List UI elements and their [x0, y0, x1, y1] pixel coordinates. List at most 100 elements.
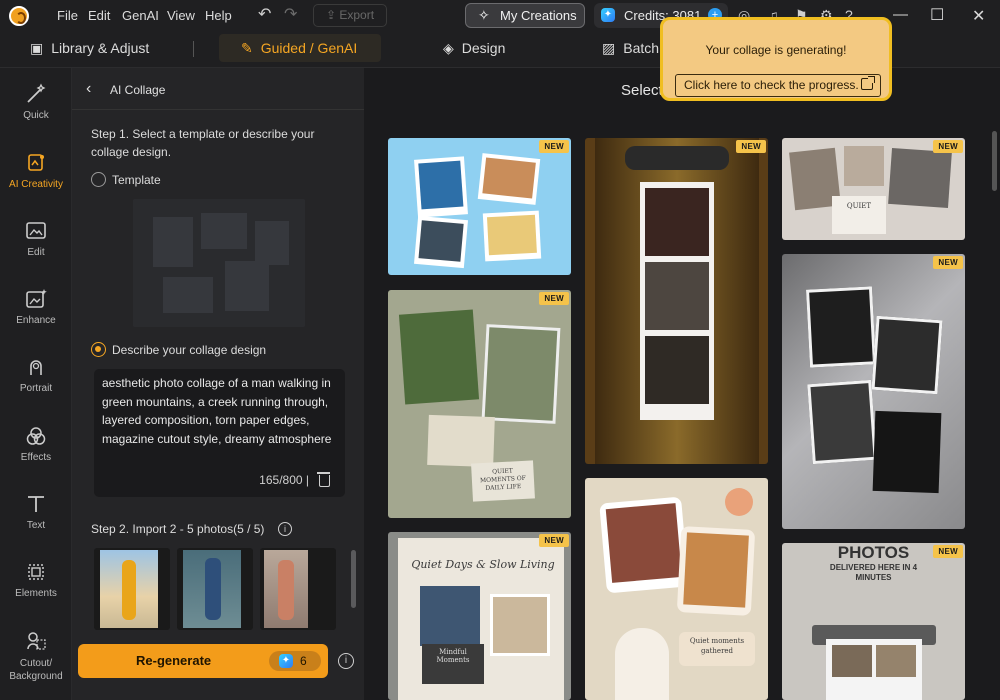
card-caption: QUIET MOMENTS OF DAILY LIFE [479, 467, 527, 492]
new-badge: NEW [539, 292, 569, 305]
guided-icon: ✎ [241, 40, 253, 56]
collage-template-card[interactable]: Quiet moments gathered [585, 478, 768, 700]
ai-collage-panel: ‹ AI Collage Step 1. Select a template o… [72, 68, 364, 700]
template-preview[interactable] [133, 199, 305, 327]
info-icon[interactable]: i [278, 522, 292, 536]
photo-cat [683, 532, 749, 608]
enhance-icon [26, 289, 47, 308]
effects-icon [26, 427, 46, 445]
gallery-scrollbar[interactable] [992, 131, 997, 191]
imported-photo-thumbnail[interactable] [177, 548, 253, 630]
cutout-icon [27, 632, 46, 650]
imported-photo-thumbnail[interactable] [260, 548, 336, 630]
photo-frame [599, 496, 689, 594]
rail-label-elements: Elements [15, 588, 57, 599]
character-count: 165/800 | [259, 473, 309, 487]
rail-item-portrait[interactable]: Portrait [0, 355, 72, 394]
minimize-icon[interactable]: — [893, 6, 908, 23]
info-icon[interactable]: i [338, 653, 354, 669]
app-logo-icon [9, 6, 29, 26]
card-heading: PHOTOS [837, 543, 910, 562]
collage-template-card[interactable]: NEW [585, 138, 768, 464]
describe-option-label[interactable]: Describe your collage design [112, 341, 266, 359]
rail-item-edit[interactable]: Edit [0, 219, 72, 258]
rail-label-ai-creativity: AI Creativity [9, 179, 63, 190]
redo-icon[interactable]: ↷ [284, 7, 297, 23]
photo-hands [420, 586, 480, 646]
rail-item-ai-creativity[interactable]: AI Creativity [0, 151, 72, 190]
describe-radio[interactable] [91, 342, 106, 357]
my-creations-button[interactable]: ✧ My Creations [465, 3, 585, 28]
tab-library-adjust[interactable]: ▣ Library & Adjust [30, 32, 149, 64]
photobooth-roller [625, 146, 729, 170]
photo-portrait [844, 146, 884, 186]
regenerate-button[interactable]: Re-generate ✦ 6 [78, 644, 328, 678]
export-label: Export [339, 8, 375, 22]
collage-template-card[interactable]: QUIET MOMENTS OF DAILY LIFE NEW [388, 290, 571, 518]
menu-help[interactable]: Help [205, 8, 232, 23]
tab-batch[interactable]: ▨ Batch [602, 32, 659, 64]
collage-template-card[interactable]: NEW [782, 254, 965, 529]
rail-item-effects[interactable]: Effects [0, 424, 72, 463]
decor-circle [725, 488, 753, 516]
menu-view[interactable]: View [167, 8, 195, 23]
photo-bw-dark [872, 410, 942, 494]
app-window: File Edit GenAI View Help ↶ ↷ ⇪ Export ✧… [0, 0, 1000, 700]
export-button[interactable]: ⇪ Export [313, 4, 387, 27]
photo-strip [640, 182, 714, 420]
photo-frame [477, 153, 541, 205]
close-icon[interactable]: ✕ [972, 6, 985, 26]
text-icon [28, 496, 44, 512]
rail-item-cutout-background[interactable]: Cutout/ Background [0, 629, 72, 683]
check-progress-button[interactable]: Click here to check the progress. [675, 74, 881, 97]
elements-icon [28, 564, 44, 580]
photo-celebration [645, 336, 709, 404]
photo-frame [482, 210, 542, 262]
photo-flowers [486, 214, 537, 256]
check-progress-label: Click here to check the progress. [684, 78, 859, 92]
menu-edit[interactable]: Edit [88, 8, 110, 23]
generation-toast: Your collage is generating! Click here t… [660, 17, 892, 101]
photo-frame [414, 215, 468, 269]
photo-street [481, 324, 561, 424]
photo-thumb [832, 645, 872, 677]
template-tile [225, 261, 269, 311]
collage-template-card[interactable]: PHOTOS DELIVERED HERE IN 4 MINUTES NEW [782, 543, 965, 700]
rail-item-quick[interactable]: Quick [0, 82, 72, 121]
undo-icon[interactable]: ↶ [258, 7, 271, 23]
menu-genai[interactable]: GenAI [122, 8, 159, 23]
collage-template-card[interactable]: NEW [388, 138, 571, 275]
photo-tower [482, 157, 536, 199]
description-textarea[interactable]: aesthetic photo collage of a man walking… [94, 369, 345, 497]
template-radio[interactable] [91, 172, 106, 187]
template-option-label[interactable]: Template [112, 171, 161, 189]
rail-item-enhance[interactable]: Enhance [0, 287, 72, 326]
paper-note: QUIET MOMENTS OF DAILY LIFE [471, 460, 535, 502]
back-arrow-icon[interactable]: ‹ [86, 80, 91, 98]
panel-scrollbar[interactable] [351, 550, 356, 608]
my-creations-label: My Creations [500, 8, 577, 23]
credit-gem-icon: ✦ [279, 654, 293, 668]
tab-guided-label: Guided / GenAI [260, 40, 358, 56]
tab-guided-genai[interactable]: ✎ Guided / GenAI [219, 34, 381, 62]
credit-gem-icon: ✦ [601, 8, 615, 22]
rail-label-quick: Quick [23, 110, 49, 121]
collage-template-card[interactable]: QUIET NEW [782, 138, 965, 240]
tab-design[interactable]: ◈ Design [443, 32, 505, 64]
new-badge: NEW [933, 256, 963, 269]
photo-party [645, 262, 709, 330]
trash-icon[interactable] [317, 472, 330, 487]
rail-item-text[interactable]: Text [0, 492, 72, 531]
imported-photo-thumbnail[interactable] [94, 548, 170, 630]
maximize-icon[interactable]: ☐ [930, 5, 944, 25]
tab-divider [193, 41, 194, 57]
photo-graffiti-wall [183, 550, 241, 628]
photo-strip [826, 639, 922, 700]
collage-template-card[interactable]: Quiet Days & Slow Living Mindful Moments… [388, 532, 571, 700]
menu-file[interactable]: File [57, 8, 78, 23]
photo-frame [676, 526, 756, 616]
description-text[interactable]: aesthetic photo collage of a man walking… [102, 374, 338, 448]
rail-item-elements[interactable]: Elements [0, 560, 72, 599]
panel-title: AI Collage [110, 83, 166, 97]
panel-header: ‹ AI Collage [72, 68, 364, 110]
